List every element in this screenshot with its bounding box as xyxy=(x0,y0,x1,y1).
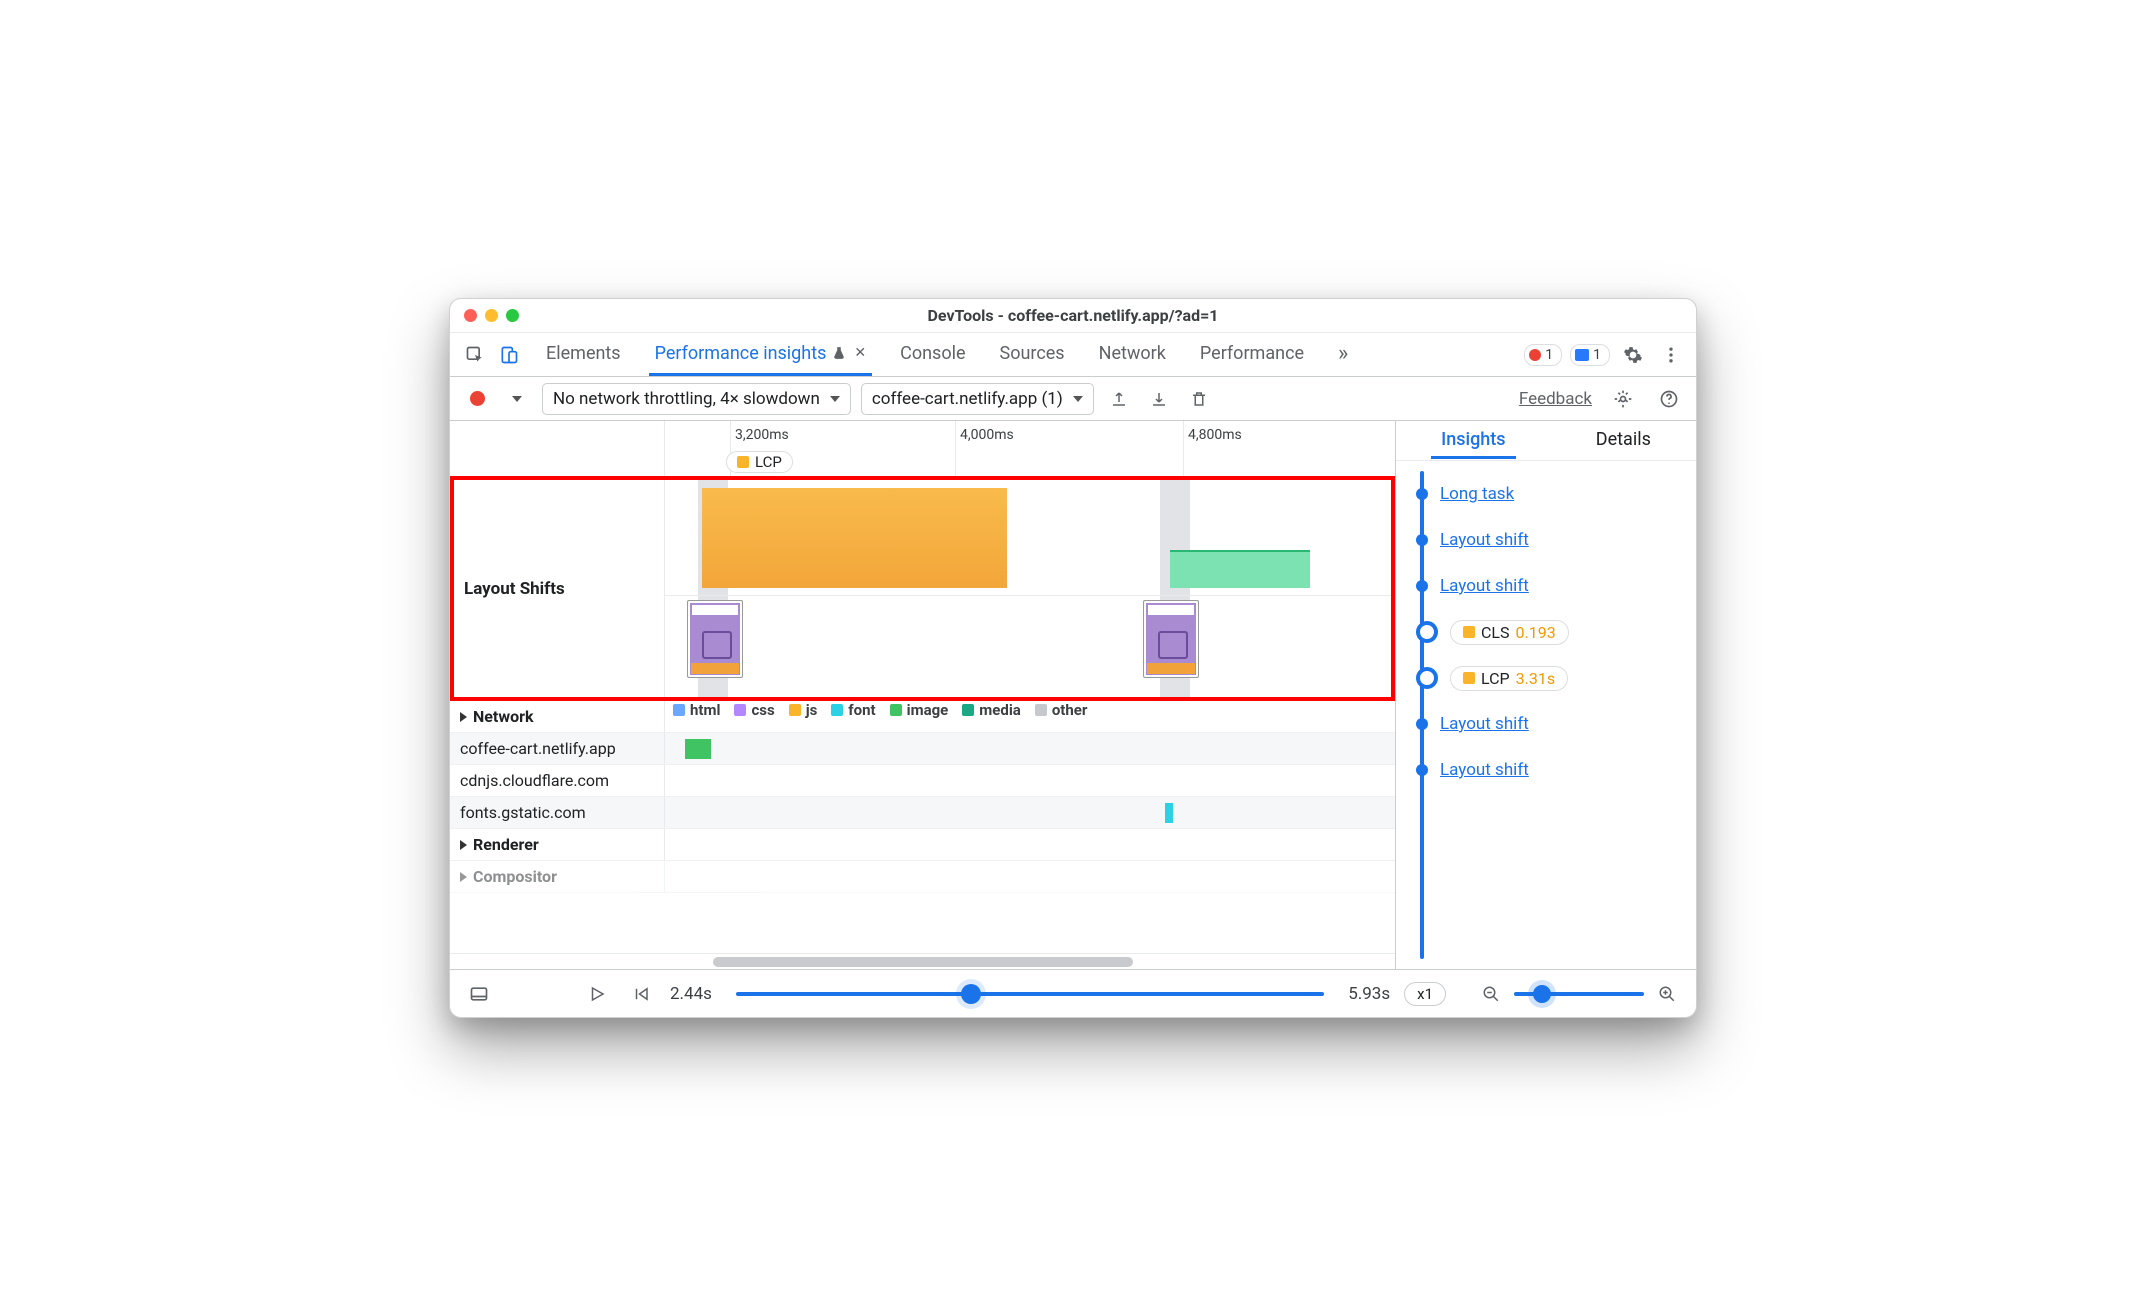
settings-icon[interactable] xyxy=(1618,340,1648,370)
tab-sources[interactable]: Sources xyxy=(994,333,1071,376)
devtools-window: DevTools - coffee-cart.netlify.app/?ad=1… xyxy=(449,298,1697,1018)
insight-item[interactable]: Layout shift xyxy=(1412,747,1688,793)
import-icon[interactable] xyxy=(1144,384,1174,414)
insights-toolbar: No network throttling, 4× slowdown coffe… xyxy=(450,377,1696,421)
zoom-slider[interactable] xyxy=(1514,992,1644,996)
footer-bar: 2.44s 5.93s x1 xyxy=(450,969,1696,1017)
renderer-track-header[interactable]: Renderer xyxy=(450,829,1395,861)
tab-insights[interactable]: Insights xyxy=(1431,423,1515,459)
end-time: 5.93s xyxy=(1348,984,1390,1004)
mac-traffic-lights[interactable] xyxy=(464,309,519,322)
insight-metric-cls[interactable]: CLS 0.193 xyxy=(1412,609,1688,655)
record-icon xyxy=(470,391,485,406)
horizontal-scrollbar[interactable] xyxy=(450,953,1395,969)
network-row[interactable]: fonts.gstatic.com xyxy=(450,797,1395,829)
insight-link[interactable]: Layout shift xyxy=(1440,760,1529,780)
window-title: DevTools - coffee-cart.netlify.app/?ad=1 xyxy=(450,306,1696,325)
main-area: 3,200ms 4,000ms 4,800ms LCP Layout Shift… xyxy=(450,421,1696,969)
lcp-color-icon xyxy=(737,456,749,468)
tab-elements[interactable]: Elements xyxy=(540,333,627,376)
disclosure-icon xyxy=(460,712,467,722)
layout-shift-bar[interactable] xyxy=(1170,550,1310,588)
track-label: Layout Shifts xyxy=(454,480,665,697)
chevron-down-icon xyxy=(1073,396,1083,402)
time-ruler[interactable]: 3,200ms 4,000ms 4,800ms LCP xyxy=(450,421,1395,476)
tab-performance-insights[interactable]: Performance insights ✕ xyxy=(649,333,873,376)
request-bar[interactable] xyxy=(1165,803,1173,823)
insight-item[interactable]: Layout shift xyxy=(1412,701,1688,747)
issues-count-badge[interactable]: 1 xyxy=(1570,344,1610,366)
inspect-element-icon[interactable] xyxy=(460,340,490,370)
tab-network[interactable]: Network xyxy=(1093,333,1172,376)
error-count-badge[interactable]: 1 xyxy=(1524,344,1562,366)
zoom-out-icon[interactable] xyxy=(1476,979,1506,1009)
tab-details[interactable]: Details xyxy=(1586,423,1661,459)
timeline-pane: 3,200ms 4,000ms 4,800ms LCP Layout Shift… xyxy=(450,421,1396,969)
close-tab-icon[interactable]: ✕ xyxy=(854,345,866,361)
layout-shifts-track[interactable]: Layout Shifts xyxy=(450,476,1395,701)
disclosure-icon xyxy=(460,872,467,882)
network-row[interactable]: coffee-cart.netlify.app xyxy=(450,733,1395,765)
insight-link[interactable]: Layout shift xyxy=(1440,530,1529,550)
toggle-drawer-icon[interactable] xyxy=(464,979,494,1009)
tab-performance[interactable]: Performance xyxy=(1194,333,1310,376)
filmstrip-thumbnail[interactable] xyxy=(687,600,743,678)
insight-metric-lcp[interactable]: LCP 3.31s xyxy=(1412,655,1688,701)
close-window-icon[interactable] xyxy=(464,309,477,322)
delete-icon[interactable] xyxy=(1184,384,1214,414)
device-toggle-icon[interactable] xyxy=(494,340,524,370)
kebab-menu-icon[interactable] xyxy=(1656,340,1686,370)
maximize-window-icon[interactable] xyxy=(506,309,519,322)
insight-link[interactable]: Layout shift xyxy=(1440,576,1529,596)
insight-item[interactable]: Long task xyxy=(1412,471,1688,517)
insight-item[interactable]: Layout shift xyxy=(1412,563,1688,609)
titlebar: DevTools - coffee-cart.netlify.app/?ad=1 xyxy=(450,299,1696,333)
insight-link[interactable]: Layout shift xyxy=(1440,714,1529,734)
start-time: 2.44s xyxy=(670,984,712,1004)
feedback-link[interactable]: Feedback xyxy=(1519,389,1592,409)
record-menu-caret[interactable] xyxy=(502,384,532,414)
panel-tabs: Elements Performance insights ✕ Console … xyxy=(540,333,1354,376)
ruler-tick: 4,000ms xyxy=(960,427,1014,443)
playback-speed[interactable]: x1 xyxy=(1404,982,1446,1006)
insights-panel: Insights Details Long task Layout shift … xyxy=(1396,421,1696,969)
chevron-down-icon xyxy=(830,396,840,402)
disclosure-icon xyxy=(460,840,467,850)
request-bar[interactable] xyxy=(685,739,711,759)
throttling-select[interactable]: No network throttling, 4× slowdown xyxy=(542,383,851,415)
minimize-window-icon[interactable] xyxy=(485,309,498,322)
insights-tabs: Insights Details xyxy=(1396,421,1696,461)
compositor-track-header[interactable]: Compositor xyxy=(450,861,1395,893)
flask-icon xyxy=(832,346,846,360)
tab-console[interactable]: Console xyxy=(894,333,971,376)
insight-link[interactable]: Long task xyxy=(1440,484,1514,504)
issues-icon xyxy=(1575,349,1589,361)
more-tabs-icon[interactable]: » xyxy=(1332,333,1354,376)
target-select[interactable]: coffee-cart.netlify.app (1) xyxy=(861,383,1094,415)
play-icon[interactable] xyxy=(582,979,612,1009)
zoom-in-icon[interactable] xyxy=(1652,979,1682,1009)
time-slider[interactable] xyxy=(736,992,1324,996)
tracks-container: Network html css js font image media oth… xyxy=(450,701,1395,953)
network-row[interactable]: cdnjs.cloudflare.com xyxy=(450,765,1395,797)
insights-timeline[interactable]: Long task Layout shift Layout shift CLS … xyxy=(1396,461,1696,969)
lcp-marker-chip[interactable]: LCP xyxy=(726,451,793,473)
export-icon[interactable] xyxy=(1104,384,1134,414)
ruler-tick: 3,200ms xyxy=(735,427,789,443)
skip-to-start-icon[interactable] xyxy=(626,979,656,1009)
layout-shift-bar[interactable] xyxy=(702,488,1007,588)
error-icon xyxy=(1529,349,1541,361)
record-button[interactable] xyxy=(462,384,492,414)
devtools-tabstrip: Elements Performance insights ✕ Console … xyxy=(450,333,1696,377)
insight-item[interactable]: Layout shift xyxy=(1412,517,1688,563)
ruler-tick: 4,800ms xyxy=(1188,427,1242,443)
network-legend: html css js font image media other xyxy=(665,701,1395,719)
help-icon[interactable] xyxy=(1654,384,1684,414)
filmstrip-thumbnail[interactable] xyxy=(1143,600,1199,678)
panel-settings-icon[interactable] xyxy=(1608,384,1638,414)
network-track-header[interactable]: Network html css js font image media oth… xyxy=(450,701,1395,733)
